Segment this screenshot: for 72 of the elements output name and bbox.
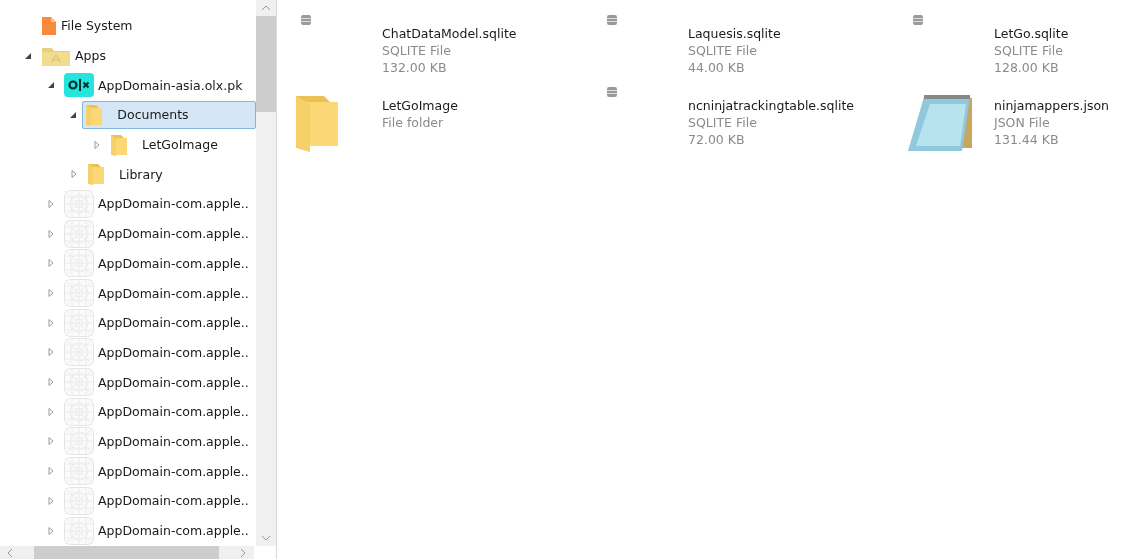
- app-icon: [64, 338, 94, 367]
- file-type: SQLITE File: [688, 114, 758, 131]
- app-icon: [64, 368, 94, 397]
- collapse-arrow-icon[interactable]: [68, 110, 79, 119]
- tree-item[interactable]: AppDomain-com.apple..: [61, 189, 254, 218]
- logo-icon: [64, 73, 94, 98]
- app-icon: [64, 249, 94, 278]
- file-name: LetGo.sqlite: [994, 25, 1069, 42]
- database-icon: [606, 14, 618, 26]
- tree-item[interactable]: AppDomain-com.apple..: [61, 279, 254, 308]
- file-name: ncninjatrackingtable.sqlite: [688, 97, 854, 114]
- scroll-thumb[interactable]: [256, 16, 276, 112]
- app-icon: [64, 189, 94, 218]
- file-type: File folder: [382, 114, 445, 131]
- tree-item[interactable]: AppDomain-com.apple..: [61, 368, 254, 397]
- tree-item[interactable]: AppDomain-com.apple..: [61, 486, 254, 515]
- app-icon: [64, 457, 94, 486]
- file-type: JSON File: [994, 114, 1051, 131]
- app-icon: [64, 219, 94, 248]
- app-icon: [64, 279, 94, 308]
- app-icon: [64, 308, 94, 337]
- vertical-scrollbar[interactable]: [256, 0, 276, 546]
- file-size: 72.00 KB: [688, 131, 746, 148]
- file-item[interactable]: Laquesis.sqlite SQLITE File 44.00 KB: [600, 14, 906, 86]
- app-icon: [64, 397, 94, 426]
- app-icon: [64, 486, 94, 515]
- app-icon: [64, 516, 94, 545]
- file-name: ChatDataModel.sqlite: [382, 25, 517, 42]
- file-name: ninjamappers.json: [994, 97, 1110, 114]
- file-type: SQLITE File: [382, 42, 452, 59]
- tree-item[interactable]: LetGoImage: [107, 130, 223, 159]
- file-item[interactable]: ChatDataModel.sqlite SQLITE File 132.00 KB: [294, 14, 600, 86]
- app-icon: [64, 427, 94, 456]
- tree-item[interactable]: AppDomain-com.apple..: [61, 457, 254, 486]
- file-size: 132.00 KB: [382, 59, 448, 76]
- file-icon: [41, 15, 57, 36]
- scroll-down-icon[interactable]: [261, 534, 271, 542]
- tree-item[interactable]: Documents: [82, 100, 256, 129]
- tree-item[interactable]: AppDomain-asia.olx.pk: [61, 71, 248, 100]
- scroll-up-icon[interactable]: [261, 4, 271, 12]
- database-icon: [300, 14, 312, 26]
- tree-item[interactable]: AppDomain-com.apple..: [61, 397, 254, 426]
- tree-item[interactable]: AppDomain-com.apple..: [61, 308, 254, 337]
- database-icon: [912, 14, 924, 26]
- file-size: 128.00 KB: [994, 59, 1060, 76]
- scroll-thumb[interactable]: [34, 546, 219, 559]
- file-size: 44.00 KB: [688, 59, 746, 76]
- tree-item[interactable]: AppDomain-com.apple..: [61, 516, 254, 545]
- scroll-right-icon[interactable]: [239, 547, 247, 558]
- tree-item[interactable]: Library: [84, 160, 168, 189]
- tree-item[interactable]: AppDomain-com.apple..: [61, 219, 254, 248]
- file-item[interactable]: ncninjatrackingtable.sqlite SQLITE File 72.00 KB: [600, 86, 906, 158]
- file-item[interactable]: LetGo.sqlite SQLITE File 128.00 KB: [906, 14, 1142, 86]
- horizontal-scrollbar[interactable]: [0, 546, 254, 559]
- folder-icon: [294, 94, 340, 152]
- file-item[interactable]: LetGoImage File folder: [294, 86, 600, 158]
- folder-icon: [87, 163, 105, 186]
- file-type: SQLITE File: [994, 42, 1064, 59]
- file-name: Laquesis.sqlite: [688, 25, 781, 42]
- folder-icon: [110, 133, 128, 156]
- file-name: LetGoImage: [382, 97, 458, 114]
- folder-icon: [85, 103, 104, 126]
- file-size: 131.44 KB: [994, 131, 1060, 148]
- tree-item[interactable]: File System: [38, 11, 138, 40]
- tree-item[interactable]: Apps: [38, 41, 111, 70]
- scroll-left-icon[interactable]: [6, 547, 14, 558]
- tree-item[interactable]: AppDomain-com.apple..: [61, 338, 254, 367]
- tree-item[interactable]: AppDomain-com.apple..: [61, 427, 254, 456]
- database-icon: [606, 86, 618, 98]
- file-type: SQLITE File: [688, 42, 758, 59]
- file-item[interactable]: ninjamappers.json JSON File 131.44 KB: [906, 86, 1142, 158]
- tree-item[interactable]: AppDomain-com.apple..: [61, 249, 254, 278]
